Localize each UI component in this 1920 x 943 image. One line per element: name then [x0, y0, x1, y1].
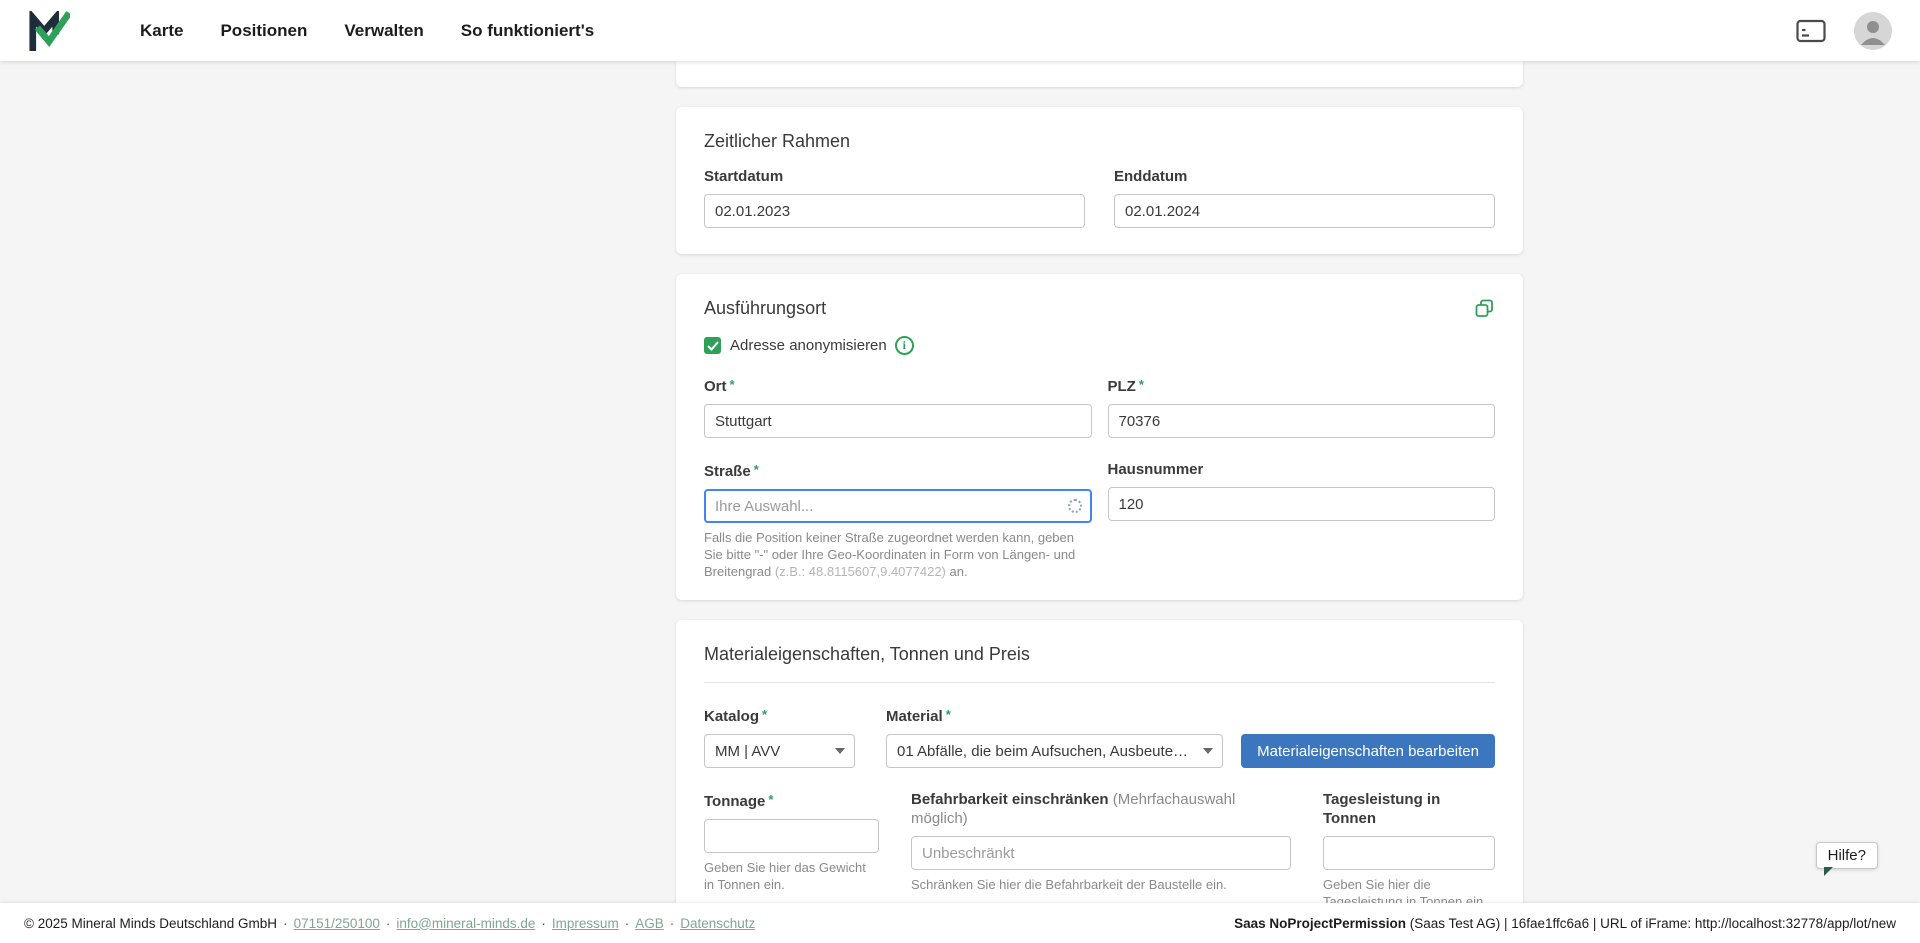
anonymize-label: Adresse anonymisieren [730, 337, 887, 354]
nav-item-verwalten[interactable]: Verwalten [344, 21, 423, 41]
top-navbar: Karte Positionen Verwalten So funktionie… [0, 0, 1920, 61]
hausnummer-input[interactable] [1108, 487, 1496, 521]
hausnummer-label: Hausnummer [1108, 460, 1496, 479]
required-marker: * [768, 792, 773, 807]
required-marker: * [946, 707, 951, 722]
enddatum-input[interactable] [1114, 194, 1495, 228]
befahrbarkeit-label: Befahrbarkeit einschränken (Mehrfachausw… [911, 790, 1291, 828]
befahrbarkeit-input[interactable] [911, 836, 1291, 870]
footer-copyright: © 2025 Mineral Minds Deutschland GmbH [24, 916, 277, 931]
navbar-right [1796, 12, 1892, 50]
nav-item-positionen[interactable]: Positionen [220, 21, 307, 41]
katalog-select[interactable]: MM | AVV [704, 734, 855, 768]
mineral-minds-logo-icon[interactable] [28, 11, 70, 51]
edit-material-properties-button[interactable]: Materialeigenschaften bearbeiten [1241, 734, 1495, 768]
card-title-zeitlicher-rahmen: Zeitlicher Rahmen [704, 129, 1495, 153]
card-title-materialeigenschaften: Materialeigenschaften, Tonnen und Preis [704, 642, 1495, 666]
help-button[interactable]: Hilfe? [1816, 842, 1878, 869]
katalog-label: Katalog* [704, 705, 855, 726]
enddatum-label: Enddatum [1114, 167, 1495, 186]
card-title-ausfuehrungsort: Ausführungsort [704, 296, 826, 320]
copy-icon[interactable] [1474, 298, 1495, 319]
required-marker: * [1139, 377, 1144, 392]
plz-label: PLZ* [1108, 375, 1496, 396]
card-icon[interactable] [1796, 19, 1826, 43]
nav-item-so-funktionierts[interactable]: So funktioniert's [461, 21, 594, 41]
tagesleistung-input[interactable] [1323, 836, 1495, 870]
help-bubble-tail [1824, 867, 1833, 876]
ort-label: Ort* [704, 375, 1092, 396]
befahrbarkeit-hint: Schränken Sie hier die Befahrbarkeit der… [911, 876, 1291, 893]
strasse-hint: Falls die Position keiner Straße zugeord… [704, 529, 1078, 580]
nav-item-karte[interactable]: Karte [140, 21, 183, 41]
startdatum-input[interactable] [704, 194, 1085, 228]
user-avatar-icon[interactable] [1854, 12, 1892, 50]
required-marker: * [762, 707, 767, 722]
footer-email-link[interactable]: info@mineral-minds.de [396, 916, 535, 931]
card-ausfuehrungsort: Ausführungsort Adresse anonymisieren i O [676, 274, 1523, 600]
card-materialeigenschaften: Materialeigenschaften, Tonnen und Preis … [676, 620, 1523, 943]
material-select[interactable]: 01 Abfälle, die beim Aufsuchen, Ausbeute… [886, 734, 1223, 768]
footer: © 2025 Mineral Minds Deutschland GmbH · … [0, 903, 1920, 943]
strasse-input[interactable] [704, 489, 1092, 523]
chevron-down-icon [835, 748, 845, 754]
plz-input[interactable] [1108, 404, 1496, 438]
form-content: Zeitlicher Rahmen Startdatum Enddatum Au… [676, 61, 1523, 943]
info-icon[interactable]: i [895, 336, 914, 355]
chevron-down-icon [1203, 748, 1213, 754]
tagesleistung-label: Tagesleistung in Tonnen [1323, 790, 1495, 828]
strasse-label: Straße* [704, 460, 1092, 481]
card-zeitlicher-rahmen: Zeitlicher Rahmen Startdatum Enddatum [676, 107, 1523, 254]
form-scroll-area[interactable]: Zeitlicher Rahmen Startdatum Enddatum Au… [0, 61, 1920, 943]
previous-card-partial [676, 61, 1523, 87]
tonnage-hint: Geben Sie hier das Gewicht in Tonnen ein… [704, 859, 879, 893]
footer-app-info: Saas NoProjectPermission (Saas Test AG) … [1234, 916, 1896, 931]
material-label: Material* [886, 705, 1223, 726]
ort-input[interactable] [704, 404, 1092, 438]
tonnage-label: Tonnage* [704, 790, 879, 811]
required-marker: * [754, 462, 759, 477]
footer-datenschutz-link[interactable]: Datenschutz [680, 916, 755, 931]
main-nav: Karte Positionen Verwalten So funktionie… [140, 21, 631, 41]
startdatum-label: Startdatum [704, 167, 1085, 186]
footer-impressum-link[interactable]: Impressum [552, 916, 619, 931]
footer-phone-link[interactable]: 07151/250100 [294, 916, 380, 931]
tonnage-input[interactable] [704, 819, 879, 853]
footer-agb-link[interactable]: AGB [635, 916, 664, 931]
anonymize-checkbox[interactable] [704, 337, 721, 354]
required-marker: * [730, 377, 735, 392]
loading-spinner-icon [1068, 499, 1082, 513]
